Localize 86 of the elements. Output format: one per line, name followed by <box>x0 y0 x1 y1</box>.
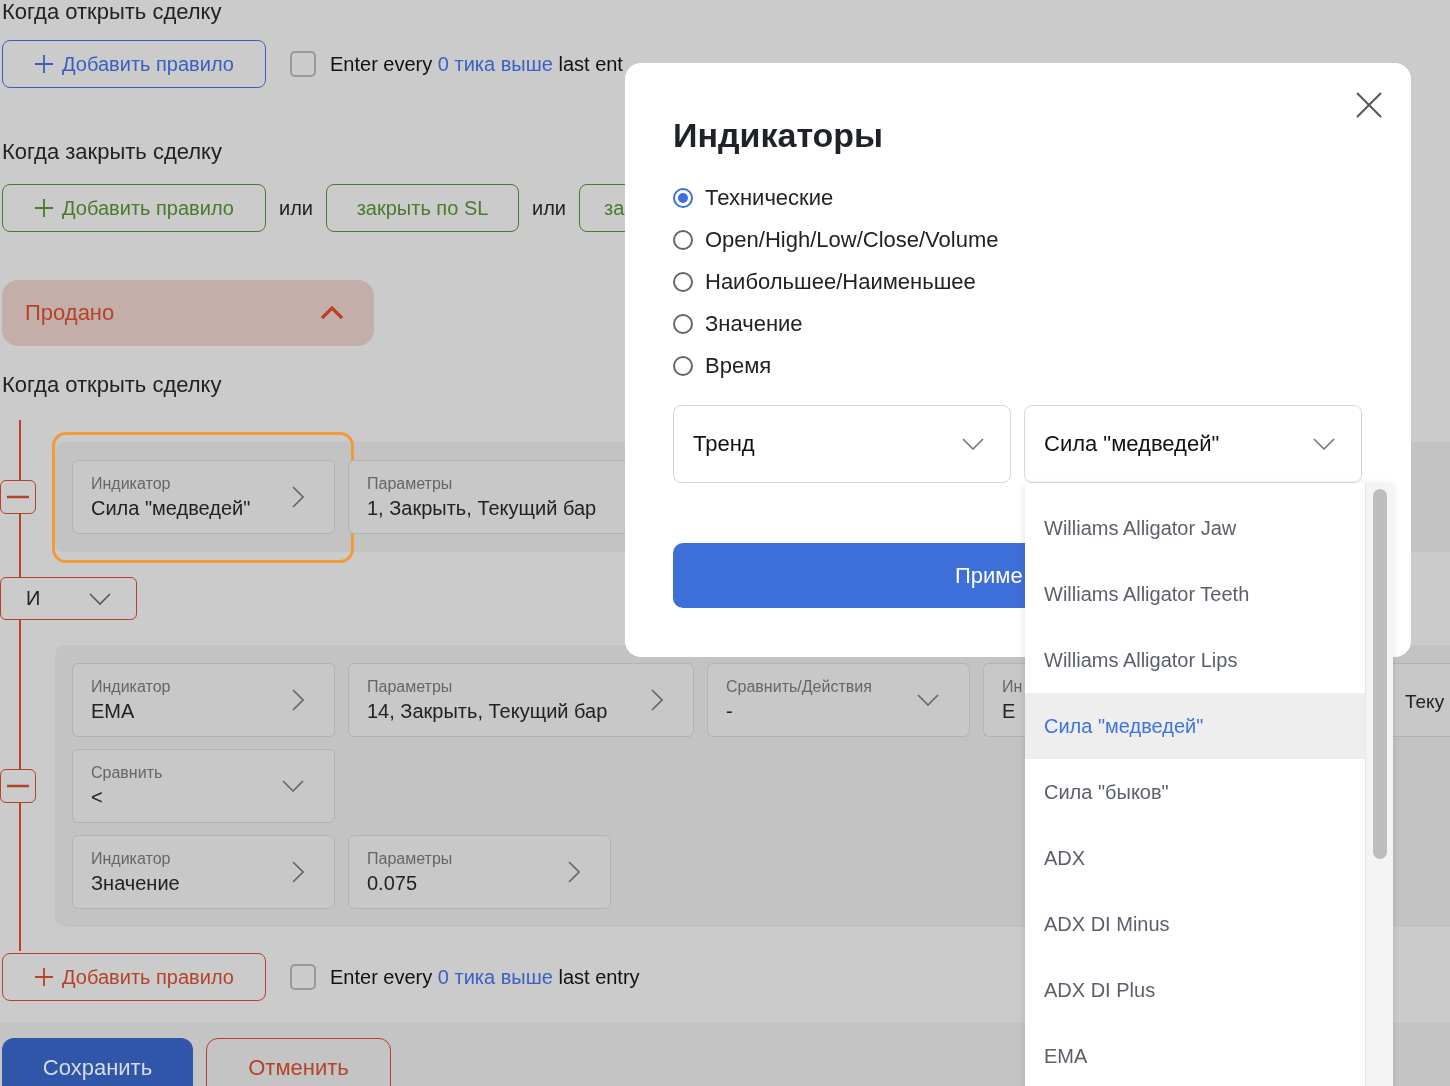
condition-field[interactable]: Ин E <box>983 663 1025 737</box>
radio-button[interactable] <box>673 272 693 292</box>
plus-icon <box>34 198 55 218</box>
field-value: - <box>726 700 734 722</box>
add-rule-button[interactable]: Добавить правило <box>2 40 266 88</box>
dropdown-select[interactable]: Тренд <box>673 405 1011 483</box>
radio-button[interactable] <box>673 188 693 208</box>
field-label: Параметры <box>367 678 454 696</box>
field-label: Сравнить <box>91 764 163 782</box>
section-heading: Когда открыть сделку <box>2 0 222 24</box>
field-value: Сила "медведей" <box>91 497 251 519</box>
dropdown-item[interactable]: Williams Alligator Teeth <box>1025 561 1365 627</box>
parameter-field[interactable]: Теку <box>1393 663 1450 737</box>
condition-field[interactable]: Параметры 14, Закрыть, Текущий бар <box>348 663 694 737</box>
radio-label: Наибольшее/Наименьшее <box>705 269 976 295</box>
dropdown-item[interactable]: ADX DI Plus <box>1025 957 1365 1023</box>
chevron-right-icon <box>568 861 580 883</box>
radio-button[interactable] <box>673 230 693 250</box>
chevron-right-icon <box>292 861 304 883</box>
field-label: Сравнить/Действия <box>726 678 872 696</box>
chevron-down-icon <box>282 780 304 792</box>
radio-label: Технические <box>705 185 834 211</box>
chevron-right-icon <box>651 689 663 711</box>
field-label: Индикатор <box>91 850 172 868</box>
close-icon[interactable] <box>1356 92 1382 118</box>
add-rule-button[interactable]: Добавить правило <box>2 953 266 1001</box>
dropdown-item[interactable]: Williams Alligator Lips <box>1025 627 1365 693</box>
plus-icon <box>34 967 55 987</box>
save-button[interactable]: Сохранить <box>2 1038 193 1086</box>
minus-icon <box>7 495 29 499</box>
radio-button[interactable] <box>673 356 693 376</box>
dropdown-item[interactable]: Williams Alligator Jaw <box>1025 495 1365 561</box>
field-label: Индикатор <box>91 678 171 696</box>
condition-field[interactable]: Параметры 1, Закрыть, Текущий бар <box>348 460 625 534</box>
field-value: Теку <box>1405 691 1445 713</box>
scrollbar[interactable] <box>1365 483 1393 1086</box>
radio-button[interactable] <box>673 314 693 334</box>
remove-button[interactable] <box>0 769 36 803</box>
condition-field[interactable]: Сравнить < <box>72 749 335 823</box>
apply-button[interactable]: Приме <box>673 543 1025 608</box>
field-value: E <box>1002 700 1017 722</box>
dropdown-item[interactable]: Сила "быков" <box>1025 759 1365 825</box>
dropdown-item[interactable]: ADX <box>1025 825 1365 891</box>
dialog-title: Индикаторы <box>673 115 885 155</box>
plus-icon <box>34 54 55 74</box>
condition-field[interactable]: Параметры 0.075 <box>348 835 611 909</box>
chevron-down-icon <box>962 438 984 450</box>
ticks-link[interactable]: 0 тика выше <box>437 965 553 988</box>
radio-label: Время <box>705 353 772 379</box>
or-separator: или <box>279 196 313 220</box>
field-label: Ин <box>1002 678 1023 696</box>
logic-select[interactable]: И <box>0 577 137 620</box>
chevron-right-icon <box>292 486 304 508</box>
field-label: Индикатор <box>91 475 172 493</box>
field-value: 0.075 <box>367 872 419 894</box>
chevron-down-icon <box>89 592 111 605</box>
dropdown-item[interactable]: EMA <box>1025 1023 1365 1086</box>
field-value: 1, Закрыть, Текущий бар <box>367 497 597 519</box>
radio-label: Значение <box>705 311 803 337</box>
dropdown-item[interactable]: ADX DI Minus <box>1025 891 1365 957</box>
condition-field[interactable]: Индикатор EMA <box>72 663 335 737</box>
radio-label: Open/High/Low/Close/Volume <box>705 227 999 253</box>
remove-button[interactable] <box>0 480 36 514</box>
field-value: EMA <box>91 700 136 722</box>
condition-field[interactable]: Сравнить/Действия - <box>707 663 970 737</box>
condition-field[interactable]: Индикатор Сила "медведей" <box>72 460 335 534</box>
section-heading: Когда закрыть сделку <box>2 138 222 166</box>
minus-icon <box>7 784 29 788</box>
checkbox[interactable] <box>290 51 316 77</box>
field-value: < <box>91 786 104 808</box>
chevron-right-icon <box>292 689 304 711</box>
dropdown-item[interactable]: Сила "медведей" <box>1025 693 1365 759</box>
ticks-link[interactable]: 0 тика выше <box>437 52 553 75</box>
checkbox-label: Enter every 0 тика выше last entry <box>330 965 640 989</box>
section-heading: Когда открыть сделку <box>2 371 222 399</box>
chevron-down-icon <box>917 694 939 706</box>
dropdown-select[interactable]: Сила "медведей" <box>1024 405 1362 483</box>
or-separator: или <box>532 196 567 220</box>
checkbox[interactable] <box>290 964 316 990</box>
field-label: Параметры <box>367 850 453 868</box>
checkbox-label: Enter every 0 тика выше last ent <box>330 52 623 76</box>
chevron-down-icon <box>1313 438 1335 450</box>
field-value: 14, Закрыть, Текущий бар <box>367 700 608 722</box>
field-label: Параметры <box>367 475 454 493</box>
condition-field[interactable]: Индикатор Значение <box>72 835 335 909</box>
field-value: Значение <box>91 872 180 894</box>
